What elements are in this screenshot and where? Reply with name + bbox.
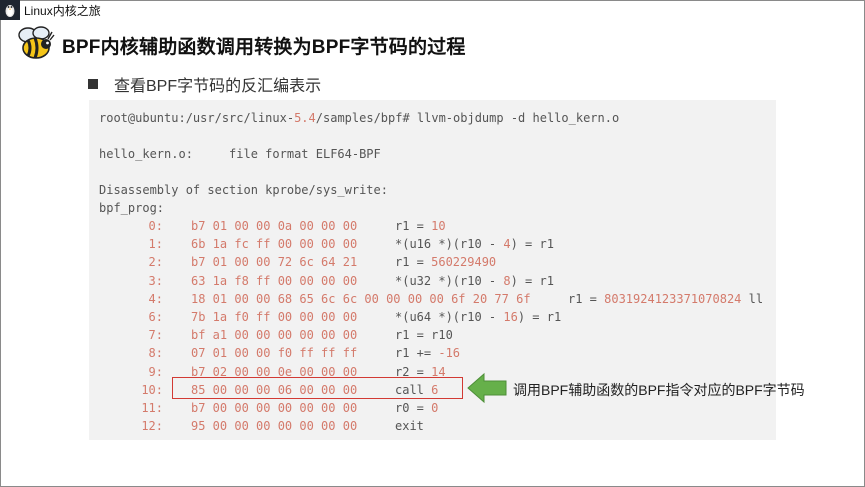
slide-title: BPF内核辅助函数调用转换为BPF字节码的过程 [62, 37, 466, 58]
bee-logo-icon [18, 26, 55, 59]
instruction-address: 1: [148, 237, 163, 252]
kernel-version: 5.4 [294, 111, 316, 125]
instruction-asm: r1 = r10 [395, 328, 453, 343]
linux-tux-icon [0, 0, 20, 20]
section-line: Disassembly of section kprobe/sys_write: [99, 183, 388, 197]
file-format-line: hello_kern.o: file format ELF64-BPF [99, 147, 381, 161]
instruction-address: 2: [148, 255, 163, 270]
instruction-asm: r1 = 8031924123371070824 ll [568, 291, 764, 306]
bullet-point: 查看BPF字节码的反汇编表示 [88, 72, 321, 96]
instruction-asm: r1 = 560229490 [395, 255, 497, 270]
instruction-address: 6: [148, 310, 163, 324]
instruction-address: 9: [148, 364, 163, 379]
square-bullet-icon [88, 79, 98, 89]
annotation-text: 调用BPF辅助函数的BPF指令对应的BPF字节码 [513, 382, 805, 398]
instruction-bytes: b7 01 00 00 72 6c 64 21 [191, 255, 358, 270]
instruction-address: 10: [141, 382, 163, 397]
brand-name: Linux内核之旅 [24, 3, 101, 18]
instruction-asm: *(u32 *)(r10 - 8) = r1 [395, 273, 554, 288]
top-bar: Linux内核之旅 [0, 0, 101, 20]
instruction-asm: r1 += -16 [395, 346, 461, 361]
left-arrow-icon [467, 372, 507, 404]
instruction-bytes: b7 00 00 00 00 00 00 00 [191, 401, 358, 415]
instruction-bytes: 63 1a f8 ff 00 00 00 00 [191, 273, 358, 288]
instruction-bytes: 95 00 00 00 00 00 00 00 [191, 419, 358, 434]
command-line: root@ubuntu:/usr/src/linux-5.4/samples/b… [99, 109, 619, 127]
instruction-asm: r1 = 10 [395, 219, 446, 233]
instruction-address: 7: [148, 328, 163, 343]
instruction-bytes: 18 01 00 00 68 65 6c 6c 00 00 00 00 6f 2… [191, 291, 531, 306]
command-prefix: root@ubuntu:/usr/src/linux- [99, 111, 295, 125]
command-suffix: /samples/bpf# llvm-objdump -d hello_kern… [315, 111, 620, 125]
instruction-bytes: 7b 1a f0 ff 00 00 00 00 [191, 310, 358, 324]
instruction-bytes: bf a1 00 00 00 00 00 00 [191, 328, 358, 343]
instruction-address: 8: [148, 346, 163, 361]
instruction-address: 11: [141, 401, 163, 415]
instruction-asm: *(u16 *)(r10 - 4) = r1 [395, 237, 554, 252]
instruction-address: 4: [148, 291, 163, 306]
instruction-asm: r0 = 0 [395, 401, 439, 415]
instruction-bytes: b7 01 00 00 0a 00 00 00 [191, 219, 358, 233]
bullet-text: 查看BPF字节码的反汇编表示 [114, 78, 322, 95]
instruction-address: 12: [141, 419, 163, 434]
call-instruction-highlight [172, 377, 463, 399]
instruction-bytes: 07 01 00 00 f0 ff ff ff [191, 346, 358, 361]
instruction-asm: exit [395, 419, 424, 434]
instruction-address: 0: [148, 219, 163, 233]
instruction-bytes: 6b 1a fc ff 00 00 00 00 [191, 237, 358, 252]
instruction-address: 3: [148, 273, 163, 288]
instruction-asm: *(u64 *)(r10 - 16) = r1 [395, 310, 562, 324]
program-label: bpf_prog: [99, 201, 165, 215]
